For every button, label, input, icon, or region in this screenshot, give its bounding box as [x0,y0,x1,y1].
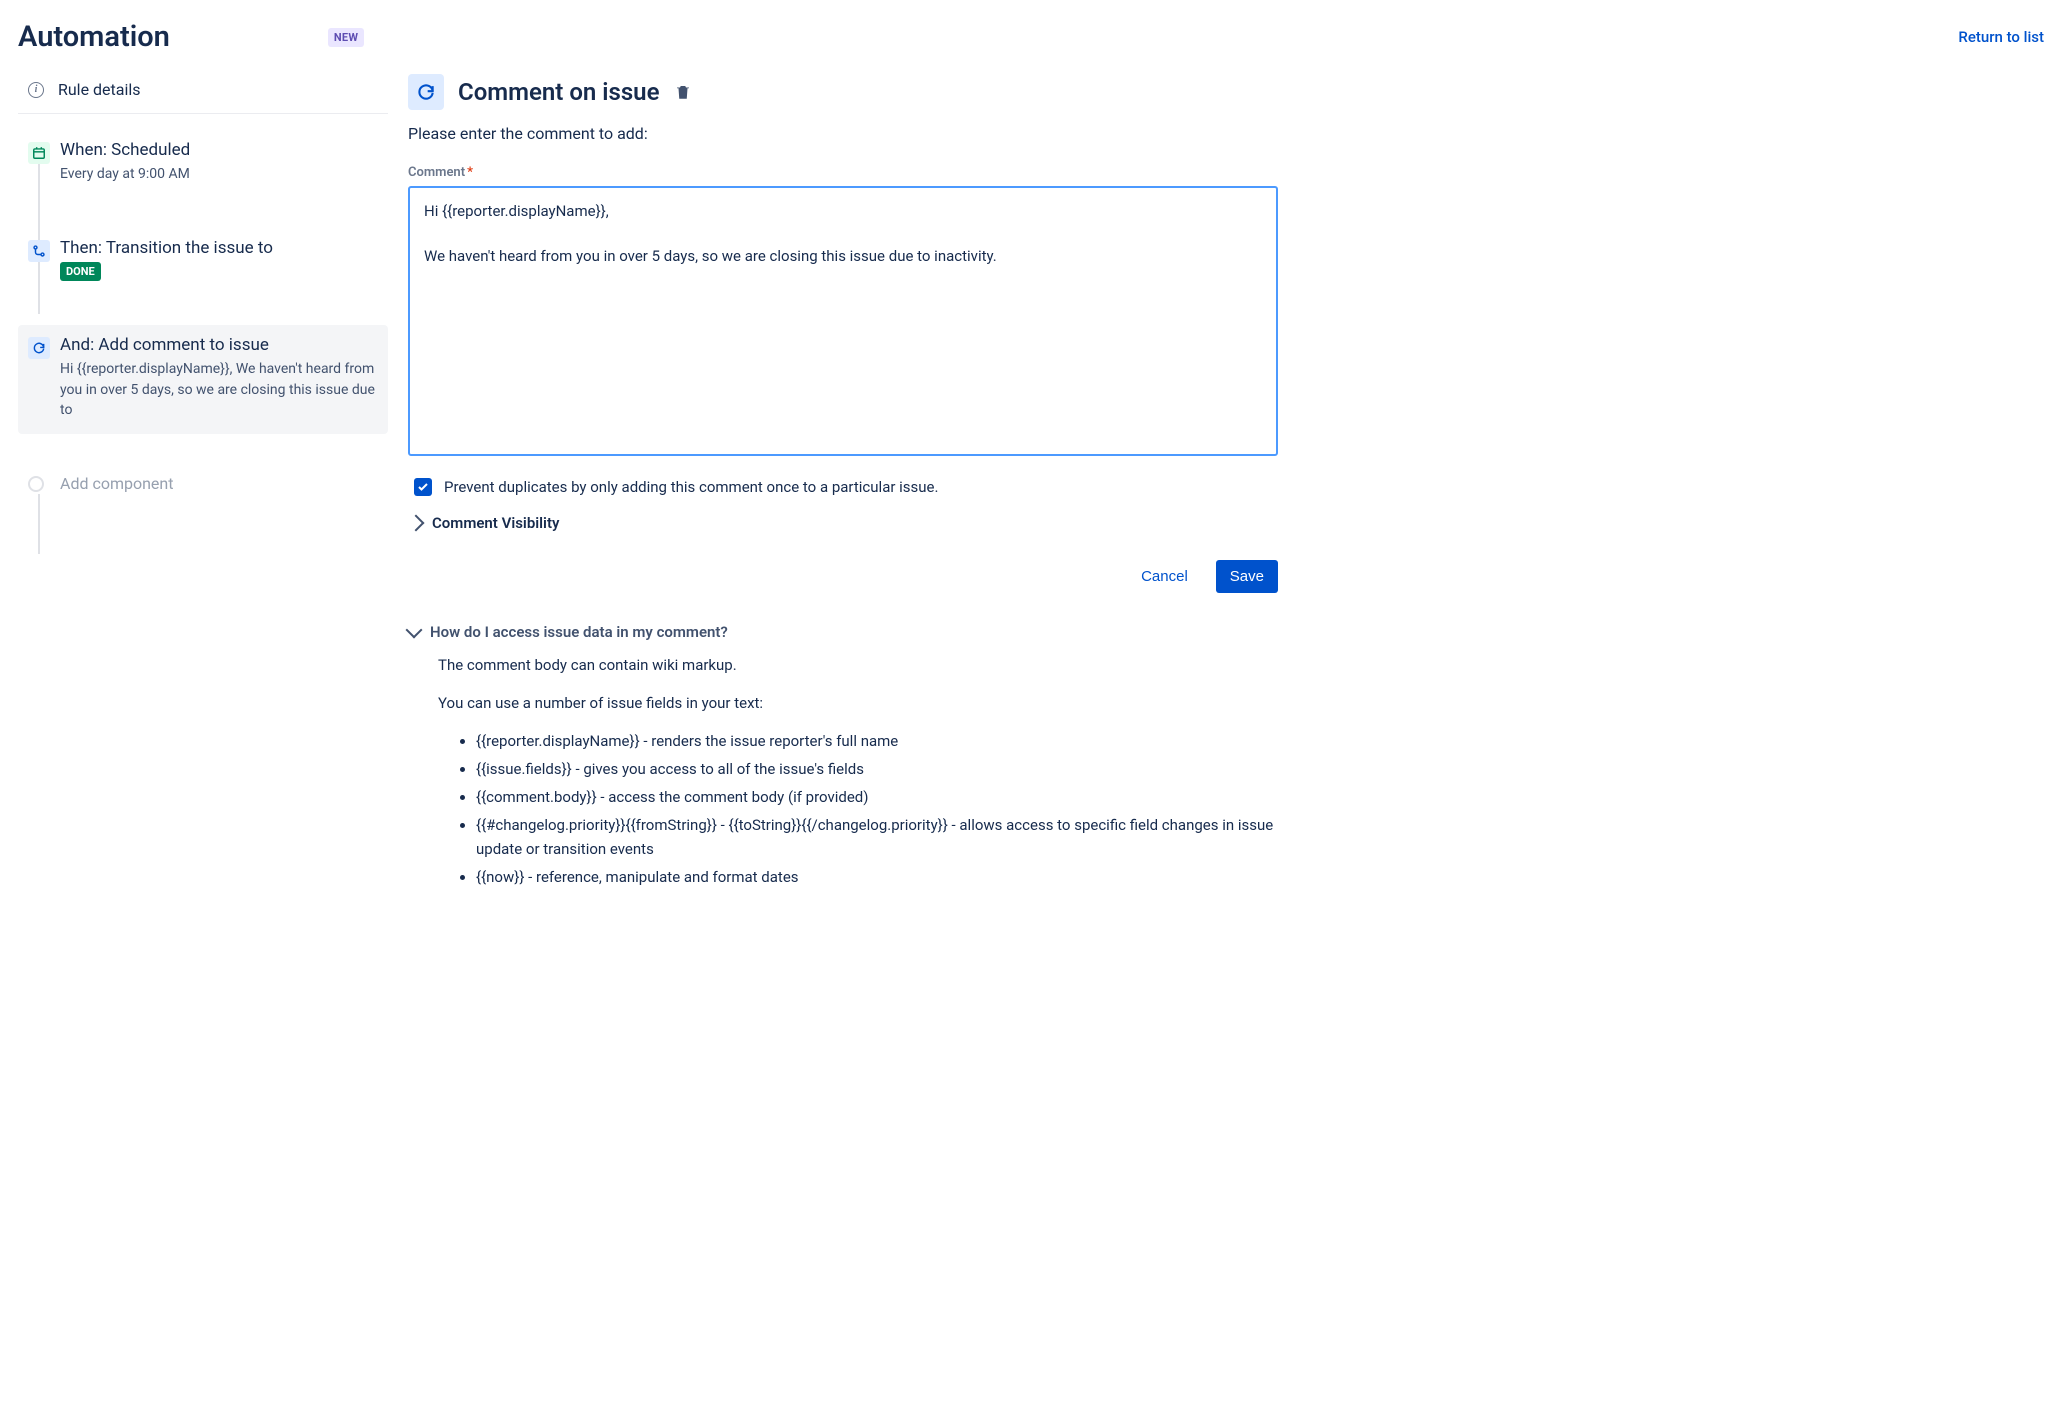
main-panel: Comment on issue Please enter the commen… [408,72,1278,893]
chevron-down-icon [406,622,423,639]
instruction-text: Please enter the comment to add: [408,124,1278,143]
help-section: How do I access issue data in my comment… [408,623,1278,889]
comment-visibility-expander[interactable]: Comment Visibility [408,514,1278,532]
help-item: {{issue.fields}} - gives you access to a… [476,757,1278,781]
prevent-duplicates-label: Prevent duplicates by only adding this c… [444,478,938,496]
new-badge: NEW [328,28,364,47]
save-button[interactable]: Save [1216,560,1278,593]
rule-sidebar: i Rule details When: Scheduled Every day… [18,72,388,893]
step-title: Then: Transition the issue to [60,238,376,258]
main-header: Comment on issue [408,74,1278,110]
step-title: And: Add comment to issue [60,335,376,355]
page-header: Automation NEW Return to list [18,10,2044,72]
help-item: {{comment.body}} - access the comment bo… [476,785,1278,809]
help-title: How do I access issue data in my comment… [430,623,728,641]
refresh-icon [408,74,444,110]
info-icon: i [28,82,44,98]
help-list: {{reporter.displayName}} - renders the i… [438,729,1278,889]
chevron-right-icon [408,515,425,532]
rule-steps: When: Scheduled Every day at 9:00 AM The… [18,114,388,503]
connector-line [38,494,40,554]
comment-textarea[interactable] [408,186,1278,456]
comment-field-label: Comment* [408,165,1278,180]
done-badge: DONE [60,262,101,281]
step-title: When: Scheduled [60,140,376,160]
calendar-icon [28,142,50,164]
trash-icon[interactable] [674,83,692,101]
help-item: {{reporter.displayName}} - renders the i… [476,729,1278,753]
comment-visibility-label: Comment Visibility [432,514,559,532]
help-line1: The comment body can contain wiki markup… [438,653,1278,677]
branch-icon [28,240,50,262]
help-item: {{#changelog.priority}}{{fromString}} - … [476,813,1278,861]
prevent-duplicates-checkbox[interactable] [414,478,432,496]
help-expander[interactable]: How do I access issue data in my comment… [408,623,1278,641]
header-left: Automation NEW [18,20,364,54]
cancel-button[interactable]: Cancel [1127,560,1202,593]
add-component-label: Add component [60,474,173,493]
step-transition-issue[interactable]: Then: Transition the issue to DONE [18,228,388,295]
help-line2: You can use a number of issue fields in … [438,691,1278,715]
prevent-duplicates-row: Prevent duplicates by only adding this c… [408,478,1278,496]
step-subtitle: Every day at 9:00 AM [60,164,376,184]
help-body: The comment body can contain wiki markup… [408,641,1278,889]
main-title: Comment on issue [458,78,660,106]
step-add-comment[interactable]: And: Add comment to issue Hi {{reporter.… [18,325,388,434]
refresh-icon [28,337,50,359]
step-when-scheduled[interactable]: When: Scheduled Every day at 9:00 AM [18,130,388,198]
circle-icon [28,476,44,492]
add-component-button[interactable]: Add component [18,464,388,503]
action-buttons: Cancel Save [408,560,1278,593]
return-to-list-link[interactable]: Return to list [1958,28,2044,46]
help-item: {{now}} - reference, manipulate and form… [476,865,1278,889]
page-title: Automation [18,20,170,54]
rule-details-label: Rule details [58,80,141,99]
step-subtitle: Hi {{reporter.displayName}}, We haven't … [60,359,376,420]
rule-details-row[interactable]: i Rule details [18,72,388,114]
